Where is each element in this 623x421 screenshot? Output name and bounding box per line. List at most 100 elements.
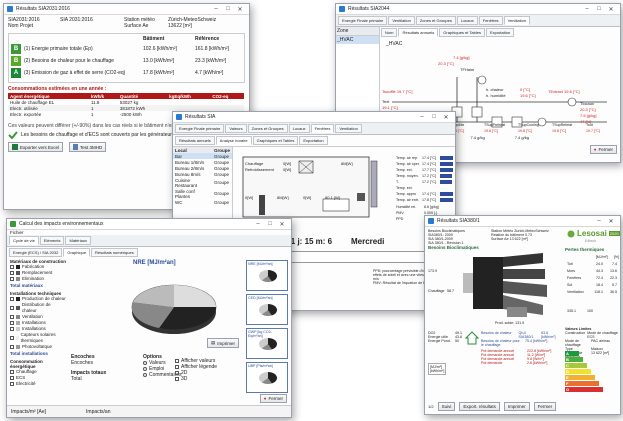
checkbox[interactable]	[10, 376, 14, 380]
checkbox[interactable]	[10, 277, 14, 281]
checkbox[interactable]	[10, 265, 14, 269]
temperature-bar	[440, 156, 453, 160]
tab-1[interactable]: Valeurs	[225, 124, 247, 133]
checkbox[interactable]	[10, 321, 14, 325]
cert-cell: 63.6 [kWh/m²]	[541, 331, 556, 339]
subtab-2[interactable]: Graphiques et Tables	[252, 136, 299, 145]
close-window-button[interactable]: ● Fermer	[259, 394, 287, 403]
tab-0[interactable]: Cycle de vie	[9, 236, 39, 245]
minimize-button[interactable]: –	[252, 221, 264, 227]
encoches-item[interactable]: Encoches	[71, 360, 135, 366]
indicator-reference: 23.3 [kWh/m²]	[195, 58, 227, 64]
maximize-button[interactable]: □	[428, 114, 440, 120]
impacts-item[interactable]: Total	[71, 376, 135, 382]
test-button[interactable]: Test 3MHD	[69, 142, 107, 152]
close-window-button[interactable]: Fermer	[533, 402, 557, 411]
checkbox[interactable]	[10, 345, 14, 349]
checkbox[interactable]	[175, 365, 179, 369]
titlebar: Résultats SIA – □ ✕	[173, 112, 455, 123]
close-button[interactable]: ✕	[605, 218, 617, 225]
tab-3[interactable]: Locaux	[456, 16, 478, 25]
checkbox[interactable]	[10, 297, 14, 301]
checkbox-row[interactable]: Photovoltaïque	[10, 344, 66, 350]
close-button[interactable]: ✕	[276, 221, 288, 228]
subtab-3[interactable]: Exportation	[299, 136, 328, 145]
radio-button[interactable]	[143, 373, 147, 377]
impact-thumbnail[interactable]: CED [MJ/m²an]	[246, 294, 288, 325]
checkbox[interactable]	[10, 306, 14, 310]
tab-2[interactable]: Zones et Groupes	[247, 124, 288, 133]
table-row[interactable]: Bureau 2/8m/s Groupe	[173, 165, 232, 171]
tab-1[interactable]: Ventilation	[388, 16, 415, 25]
tree-item[interactable]: _HVAC	[336, 36, 379, 44]
checkbox[interactable]	[175, 359, 179, 363]
subtab-0[interactable]: Energie (ECS) / SIA 2032	[9, 248, 63, 257]
table-row[interactable]: WC Groupe	[173, 199, 232, 205]
radio-button[interactable]	[143, 367, 147, 371]
tab-0[interactable]: Energie Finale primaire	[338, 16, 388, 25]
tab-4[interactable]: Fenêtres	[478, 16, 503, 25]
checkbox[interactable]	[10, 271, 14, 275]
energy-row: Energie Pond. 50	[428, 339, 462, 343]
close-window-button[interactable]: ● Fermer	[589, 145, 617, 154]
impact-thumbnail[interactable]: UBP [Pts/m²an]	[246, 362, 288, 393]
tab-3[interactable]: Locaux	[288, 124, 310, 133]
minimize-button[interactable]: –	[593, 218, 605, 224]
minimize-button[interactable]: –	[581, 6, 593, 12]
tab-1[interactable]: Eléments	[39, 236, 65, 245]
pertes-cell: 44.3	[596, 269, 603, 273]
subtab-3[interactable]: Exportation	[485, 28, 515, 37]
checkbox-row[interactable]: Capteurs solaires thermiques	[10, 332, 66, 344]
option-row[interactable]: 3D	[175, 376, 217, 382]
subtab-2[interactable]: Résultats numériques	[91, 248, 138, 257]
checkbox-row[interactable]: Elimination	[10, 276, 66, 282]
tab-5[interactable]: Ventilation	[503, 16, 531, 25]
pertes-cell: Ventilation	[567, 290, 584, 294]
subtab-2[interactable]: Graphiques et Tables	[439, 28, 485, 37]
indicator-row: B (1) Energie primaire totale (Ep) 102.6 […	[11, 44, 242, 54]
checkbox-row[interactable]: Distribution de chaleur	[10, 302, 66, 314]
subtab-0[interactable]: Nom	[381, 28, 398, 37]
tab-4[interactable]: Fenêtres	[310, 124, 335, 133]
table-row[interactable]: Salle conf Plantes Groupe	[173, 188, 232, 199]
subtab-1[interactable]: Résultats annuels	[398, 28, 439, 37]
print-button[interactable]: Imprimer	[503, 402, 530, 411]
close-button[interactable]: ✕	[234, 6, 246, 13]
print-button[interactable]: ▤ Imprimer	[207, 338, 240, 348]
checkbox[interactable]	[10, 382, 14, 386]
subtab-0[interactable]: Résultats annuels	[175, 136, 215, 145]
tab-0[interactable]: Energie Finale primaire	[175, 124, 225, 133]
export-results-button[interactable]: Export. résultats	[459, 402, 500, 411]
maximize-button[interactable]: □	[222, 6, 234, 12]
suivi-button[interactable]: Suivi	[437, 402, 456, 411]
document-icon	[73, 144, 79, 150]
conso-title: Consommations estimées en une année :	[8, 86, 107, 92]
cert-sub-label: Mode de chauffage	[565, 339, 581, 347]
tlocaux-temp: 20.3 [°C]	[580, 107, 596, 112]
minimize-button[interactable]: –	[210, 6, 222, 12]
checkbox[interactable]	[10, 370, 14, 374]
checkbox[interactable]	[175, 371, 179, 375]
maximize-button[interactable]: □	[593, 6, 605, 12]
export-excel-button[interactable]: Exporter vers Excel	[8, 142, 64, 152]
checkbox[interactable]	[10, 327, 14, 331]
subtab-1[interactable]: Analyse horaire	[215, 136, 252, 145]
minimize-button[interactable]: –	[416, 114, 428, 120]
impact-thumbnail[interactable]: NRE [MJ/m²an]	[246, 260, 288, 291]
table-row[interactable]: Bureau 1/8m/s Groupe	[173, 159, 232, 165]
impact-thumbnail[interactable]: GWP [kg CO2-Eq/m²an]	[246, 328, 288, 359]
tab-5[interactable]: Ventilation	[335, 124, 362, 133]
close-button[interactable]: ✕	[440, 114, 452, 121]
refroid-label: Refroidissement	[245, 167, 274, 172]
radio-button[interactable]	[143, 361, 147, 365]
tab-2[interactable]: Matériaux	[65, 236, 92, 245]
checkbox[interactable]	[175, 377, 179, 381]
close-button[interactable]: ✕	[605, 6, 617, 13]
checkbox-row[interactable]: Electricité	[10, 381, 66, 387]
subtab-1[interactable]: Graphique	[63, 248, 91, 257]
maximize-button[interactable]: □	[264, 221, 276, 227]
checkbox[interactable]	[10, 336, 14, 340]
tab-2[interactable]: Zones et Groupes	[415, 16, 456, 25]
checkbox[interactable]	[10, 315, 14, 319]
table-row[interactable]: Cuisine Restaurant Groupe	[173, 177, 232, 188]
